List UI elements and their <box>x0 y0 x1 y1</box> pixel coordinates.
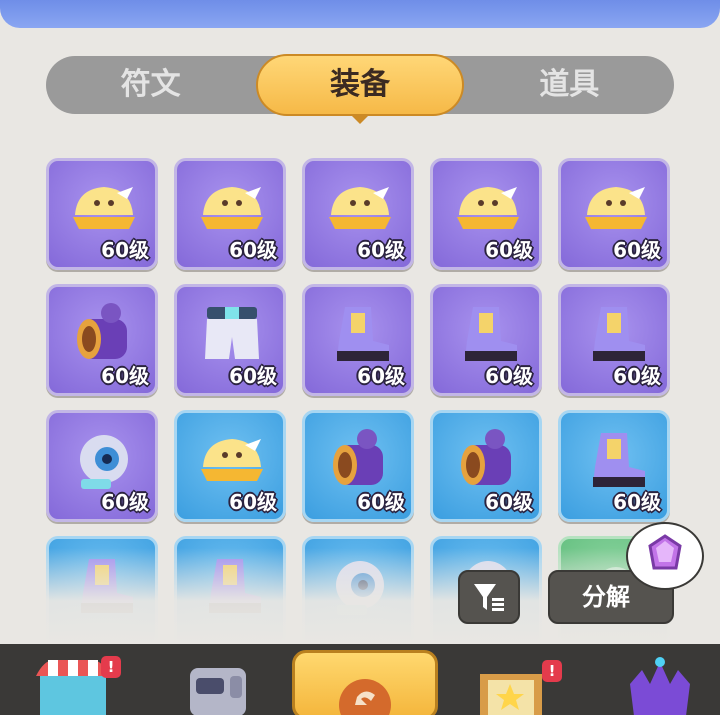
item-level-label: 60级 <box>613 364 661 388</box>
boots-icon <box>337 307 389 361</box>
eye-orb-icon <box>80 435 128 489</box>
item-level-label: 60级 <box>229 364 277 388</box>
nav-robot[interactable] <box>176 654 266 715</box>
inventory-slot[interactable]: 60级 <box>558 284 670 396</box>
shorts-icon <box>205 307 259 359</box>
gem-bubble[interactable] <box>626 522 704 590</box>
inventory-slot[interactable]: 60级 <box>558 410 670 522</box>
purple-gem-icon <box>648 534 682 570</box>
item-level-label: 60级 <box>101 364 149 388</box>
inventory-slot[interactable]: 60级 <box>302 284 414 396</box>
bracer-icon <box>77 303 127 359</box>
home-icon <box>339 679 391 715</box>
item-level-label: 60级 <box>357 238 405 262</box>
item-level-label: 60级 <box>485 490 533 514</box>
tab-item[interactable]: 道具 <box>465 56 674 114</box>
boots-icon <box>81 559 133 613</box>
top-banner <box>0 0 720 28</box>
helmet-icon <box>457 187 519 229</box>
filter-button[interactable] <box>458 570 520 624</box>
inventory-slot[interactable]: 60级 <box>174 284 286 396</box>
boots-icon <box>593 433 645 487</box>
inventory-slot[interactable]: 60级 <box>174 158 286 270</box>
inventory-slot[interactable]: 60级 <box>46 158 158 270</box>
item-level-label: 60级 <box>101 490 149 514</box>
inventory-slot[interactable]: 60级 <box>174 410 286 522</box>
filter-icon <box>474 584 504 611</box>
crown-icon <box>630 657 690 715</box>
boots-icon <box>593 307 645 361</box>
decompose-label: 分解 <box>582 583 630 611</box>
quest-alert-badge: ! <box>542 660 562 682</box>
inventory-slot[interactable]: 60级 <box>430 410 542 522</box>
inventory-slot[interactable]: 60级 <box>302 158 414 270</box>
inventory-slot[interactable] <box>302 536 414 648</box>
eye-orb-icon <box>336 561 384 615</box>
shop-alert-badge: ! <box>101 656 121 678</box>
item-level-label: 60级 <box>613 490 661 514</box>
helmet-icon <box>329 187 391 229</box>
inventory-slot[interactable]: 60级 <box>558 158 670 270</box>
item-level-label: 60级 <box>485 364 533 388</box>
helmet-icon <box>585 187 647 229</box>
boots-icon <box>465 307 517 361</box>
item-level-label: 60级 <box>357 364 405 388</box>
inventory-slot[interactable]: 60级 <box>46 410 158 522</box>
item-level-label: 60级 <box>357 490 405 514</box>
tab-equipment[interactable]: 装备 <box>255 56 464 114</box>
helmet-icon <box>201 187 263 229</box>
bracer-icon <box>333 429 383 485</box>
inventory-slot[interactable]: 60级 <box>302 410 414 522</box>
boots-icon <box>209 559 261 613</box>
active-tab-pointer <box>350 114 370 124</box>
helmet-icon <box>201 439 263 481</box>
inventory-slot[interactable]: 60级 <box>430 284 542 396</box>
inventory-slot[interactable] <box>174 536 286 648</box>
item-level-label: 60级 <box>229 238 277 262</box>
tab-rune[interactable]: 符文 <box>46 56 255 114</box>
item-level-label: 60级 <box>485 238 533 262</box>
inventory-slot[interactable]: 60级 <box>46 284 158 396</box>
inventory-slot[interactable] <box>46 536 158 648</box>
helmet-icon <box>73 187 135 229</box>
nav-crown[interactable] <box>616 654 706 715</box>
bracer-icon <box>461 429 511 485</box>
item-level-label: 60级 <box>613 238 661 262</box>
nav-home[interactable] <box>292 650 438 715</box>
item-level-label: 60级 <box>101 238 149 262</box>
category-tabbar: 符文 装备 道具 <box>46 54 674 124</box>
item-level-label: 60级 <box>229 490 277 514</box>
inventory-slot[interactable]: 60级 <box>430 158 542 270</box>
robot-icon <box>190 668 246 715</box>
